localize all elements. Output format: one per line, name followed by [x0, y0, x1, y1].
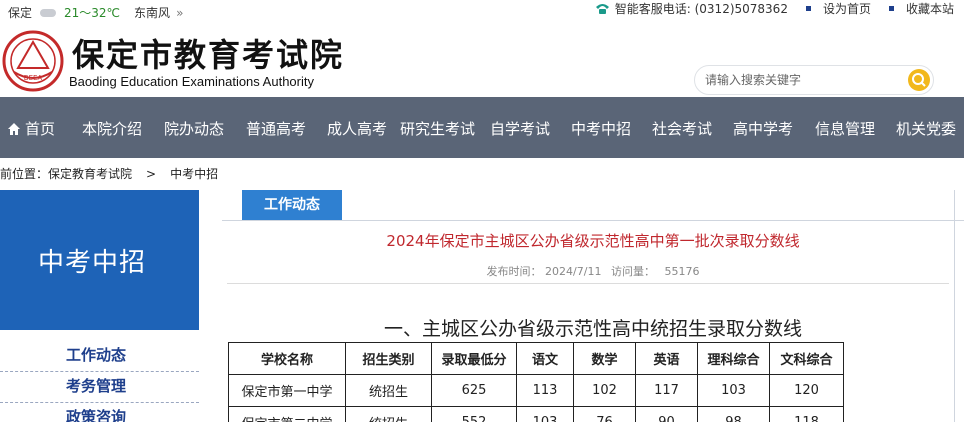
logo-chinese-title: 保定市教育考试院	[72, 36, 345, 74]
double-chevron-right-icon[interactable]: »	[176, 6, 183, 20]
table-cell: 98	[697, 406, 770, 422]
weather-widget: 保定 21～32℃ 东南风 »	[8, 4, 183, 21]
sidebar-item-work-news[interactable]: 工作动态	[0, 341, 199, 372]
table-cell: 103	[697, 374, 770, 407]
table-header-cell: 录取最低分	[431, 342, 517, 375]
table-cell: 102	[573, 374, 636, 407]
tab-work-news[interactable]: 工作动态	[242, 190, 342, 220]
sidebar-item-policy[interactable]: 政策咨询	[0, 403, 199, 422]
table-cell: 保定市第二中学	[228, 406, 346, 422]
top-links: 智能客服电话: (0312)5078362 设为首页 收藏本站	[595, 0, 954, 16]
city-label: 保定	[8, 6, 33, 20]
divider	[227, 283, 949, 284]
article-title: 2024年保定市主城区公办省级示范性高中第一批次录取分数线	[386, 232, 800, 250]
site-header: BEEA 保定市教育考试院 Baoding Education Examinat…	[0, 22, 964, 96]
breadcrumb-label: 前位置：	[0, 167, 49, 181]
nav-item-label: 首页	[25, 120, 56, 138]
table-cell: 90	[635, 406, 698, 422]
table-header-cell: 理科综合	[697, 342, 770, 375]
main-nav: 首页 本院介绍 院办动态 普通高考 成人高考 研究生考试 自学考试 中考中招 社…	[0, 97, 964, 158]
site-logo[interactable]: BEEA 保定市教育考试院 Baoding Education Examinat…	[2, 28, 342, 94]
table-cell: 117	[635, 374, 698, 407]
nav-item-adult-exam[interactable]: 成人高考	[327, 118, 387, 139]
top-bar: 保定 21～32℃ 东南风 » 智能客服电话: (0312)5078362 设为…	[0, 0, 964, 22]
breadcrumb: 前位置：保定教育考试院 > 中考中招	[0, 165, 218, 183]
nav-item-home[interactable]: 首页	[8, 118, 55, 139]
hotline-label: 智能客服电话: (0312)5078362	[614, 1, 788, 16]
table-header-cell: 英语	[635, 342, 698, 375]
table-cell: 统招生	[345, 406, 432, 422]
temperature-label: 21～32℃	[64, 6, 121, 20]
breadcrumb-root[interactable]: 保定教育考试院	[48, 165, 132, 182]
table-row: 保定市第一中学 统招生 625 113 102 117 103 120	[228, 374, 844, 407]
table-cell: 120	[769, 374, 844, 407]
nav-item-academic-test[interactable]: 高中学考	[733, 118, 793, 139]
nav-item-zhongkao[interactable]: 中考中招	[571, 118, 631, 139]
table-header-cell: 数学	[573, 342, 636, 375]
nav-item-gaokao[interactable]: 普通高考	[246, 118, 306, 139]
wind-label: 东南风	[134, 6, 171, 20]
search-box	[694, 65, 934, 95]
view-count-label: 访问量：	[610, 265, 655, 278]
table-cell: 552	[431, 406, 517, 422]
breadcrumb-current[interactable]: 中考中招	[170, 165, 218, 182]
publish-date-label: 发布时间：	[486, 265, 542, 278]
table-cell: 118	[769, 406, 844, 422]
table-cell: 113	[516, 374, 574, 407]
table-header-cell: 学校名称	[228, 342, 346, 375]
breadcrumb-separator: >	[146, 167, 157, 181]
sidebar-banner: 中考中招	[0, 190, 199, 330]
search-icon	[912, 73, 926, 87]
article-meta: 发布时间： 2024/7/11 访问量： 55176	[222, 263, 964, 279]
nav-item-party[interactable]: 机关党委	[896, 118, 956, 139]
table-cell: 76	[573, 406, 636, 422]
section-heading: 一、主城区公办省级示范性高中统招生录取分数线	[383, 318, 802, 340]
sidebar-menu: 工作动态 考务管理 政策咨询	[0, 341, 199, 422]
score-table: 学校名称 招生类别 录取最低分 语文 数学 英语 理科综合 文科综合 保定市第一…	[228, 342, 844, 422]
table-cell: 103	[516, 406, 574, 422]
home-icon	[8, 123, 20, 135]
publish-date: 2024/7/11	[545, 265, 602, 278]
table-cell: 统招生	[345, 374, 432, 407]
bullet-icon	[805, 5, 811, 11]
nav-item-info-mgmt[interactable]: 信息管理	[815, 118, 875, 139]
table-cell: 625	[431, 374, 517, 407]
cloud-icon	[38, 6, 58, 20]
nav-item-news[interactable]: 院办动态	[164, 118, 224, 139]
search-input[interactable]	[705, 71, 900, 89]
table-header-cell: 招生类别	[345, 342, 432, 375]
sidebar-item-exam-management[interactable]: 考务管理	[0, 372, 199, 403]
bookmark-link[interactable]: 收藏本站	[906, 0, 954, 17]
view-count: 55176	[664, 265, 700, 278]
bullet-icon	[888, 5, 894, 11]
nav-item-graduate-exam[interactable]: 研究生考试	[400, 118, 475, 139]
content-tab-bar: 工作动态	[222, 190, 964, 221]
table-header-cell: 语文	[516, 342, 574, 375]
nav-item-social-exam[interactable]: 社会考试	[652, 118, 712, 139]
logo-english-title: Baoding Education Examinations Authority	[69, 74, 314, 89]
set-home-link[interactable]: 设为首页	[823, 0, 871, 17]
table-header-cell: 文科综合	[769, 342, 844, 375]
table-header-row: 学校名称 招生类别 录取最低分 语文 数学 英语 理科综合 文科综合	[228, 342, 844, 375]
search-button[interactable]	[908, 69, 930, 91]
content-border	[954, 190, 955, 422]
table-row: 保定市第二中学 统招生 552 103 76 90 98 118	[228, 406, 844, 422]
svg-text:BEEA: BEEA	[24, 74, 43, 82]
table-cell: 保定市第一中学	[228, 374, 346, 407]
nav-item-self-study[interactable]: 自学考试	[490, 118, 550, 139]
phone-icon	[595, 4, 609, 14]
sidebar-banner-title: 中考中招	[38, 248, 147, 278]
nav-item-about[interactable]: 本院介绍	[82, 118, 142, 139]
